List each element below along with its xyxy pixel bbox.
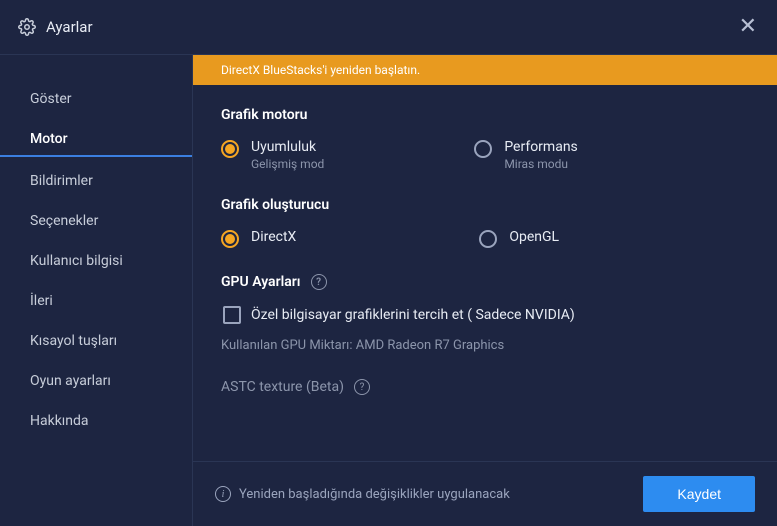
gpu-title-text: GPU Ayarları [221,274,301,290]
sidebar-item-kisayol-tuslari[interactable]: Kısayol tuşları [0,321,192,361]
radio-icon [221,230,239,248]
gear-icon [18,18,36,36]
footer: i Yeniden başladığında değişiklikler uyg… [193,461,777,526]
radio-label: Performans [504,139,577,155]
checkbox-icon [223,306,241,324]
sidebar-item-motor[interactable]: Motor [0,119,192,157]
sidebar: Göster Motor Bildirimler Seçenekler Kull… [0,55,192,526]
radio-icon [479,230,497,248]
sidebar-item-hakkinda[interactable]: Hakkında [0,401,192,441]
gpu-info-text: Kullanılan GPU Miktarı: AMD Radeon R7 Gr… [221,338,749,353]
radio-labels: Uyumluluk Gelişmiş mod [251,139,324,171]
content-area: DirectX BlueStacks'i yeniden başlatın. G… [192,55,777,526]
radio-sublabel: Gelişmiş mod [251,157,324,171]
sidebar-item-goster[interactable]: Göster [0,79,192,119]
save-button[interactable]: Kaydet [643,476,755,512]
engine-option-uyumluluk[interactable]: Uyumluluk Gelişmiş mod [221,139,324,171]
help-icon[interactable]: ? [311,274,327,290]
sidebar-item-oyun-ayarlari[interactable]: Oyun ayarları [0,361,192,401]
info-icon: i [215,486,231,502]
modal-body: Göster Motor Bildirimler Seçenekler Kull… [0,55,777,526]
radio-icon [221,140,239,158]
radio-label: OpenGL [509,229,559,245]
restart-alert: DirectX BlueStacks'i yeniden başlatın. [193,55,777,85]
sidebar-item-bildirimler[interactable]: Bildirimler [0,161,192,201]
section-title-engine: Grafik motoru [221,107,749,123]
sidebar-item-ileri[interactable]: İleri [0,281,192,321]
settings-modal: Ayarlar ✕ Göster Motor Bildirimler Seçen… [0,0,777,526]
radio-label: Uyumluluk [251,139,324,155]
content-scroll[interactable]: Grafik motoru Uyumluluk Gelişmiş mod Per… [193,85,777,461]
footer-note-text: Yeniden başladığında değişiklikler uygul… [239,487,510,502]
checkbox-label: Özel bilgisayar grafiklerini tercih et (… [251,307,575,323]
radio-icon [474,140,492,158]
titlebar: Ayarlar ✕ [0,0,777,55]
sidebar-item-secenekler[interactable]: Seçenekler [0,201,192,241]
modal-title: Ayarlar [46,18,93,36]
radio-labels: Performans Miras modu [504,139,577,171]
section-title-astc: ASTC texture (Beta) ? [221,379,749,395]
close-icon[interactable]: ✕ [737,14,759,40]
help-icon[interactable]: ? [354,379,370,395]
gpu-checkbox-row[interactable]: Özel bilgisayar grafiklerini tercih et (… [221,306,749,324]
radio-label: DirectX [251,229,296,245]
section-title-renderer: Grafik oluşturucu [221,197,749,213]
renderer-options: DirectX OpenGL [221,229,749,248]
radio-sublabel: Miras modu [504,157,577,171]
engine-options: Uyumluluk Gelişmiş mod Performans Miras … [221,139,749,171]
section-title-gpu: GPU Ayarları ? [221,274,749,290]
astc-title-text: ASTC texture (Beta) [221,379,344,395]
renderer-option-directx[interactable]: DirectX [221,229,296,248]
engine-option-performans[interactable]: Performans Miras modu [474,139,577,171]
sidebar-item-kullanici-bilgisi[interactable]: Kullanıcı bilgisi [0,241,192,281]
titlebar-left: Ayarlar [18,18,93,36]
footer-note: i Yeniden başladığında değişiklikler uyg… [215,486,510,502]
renderer-option-opengl[interactable]: OpenGL [479,229,559,248]
